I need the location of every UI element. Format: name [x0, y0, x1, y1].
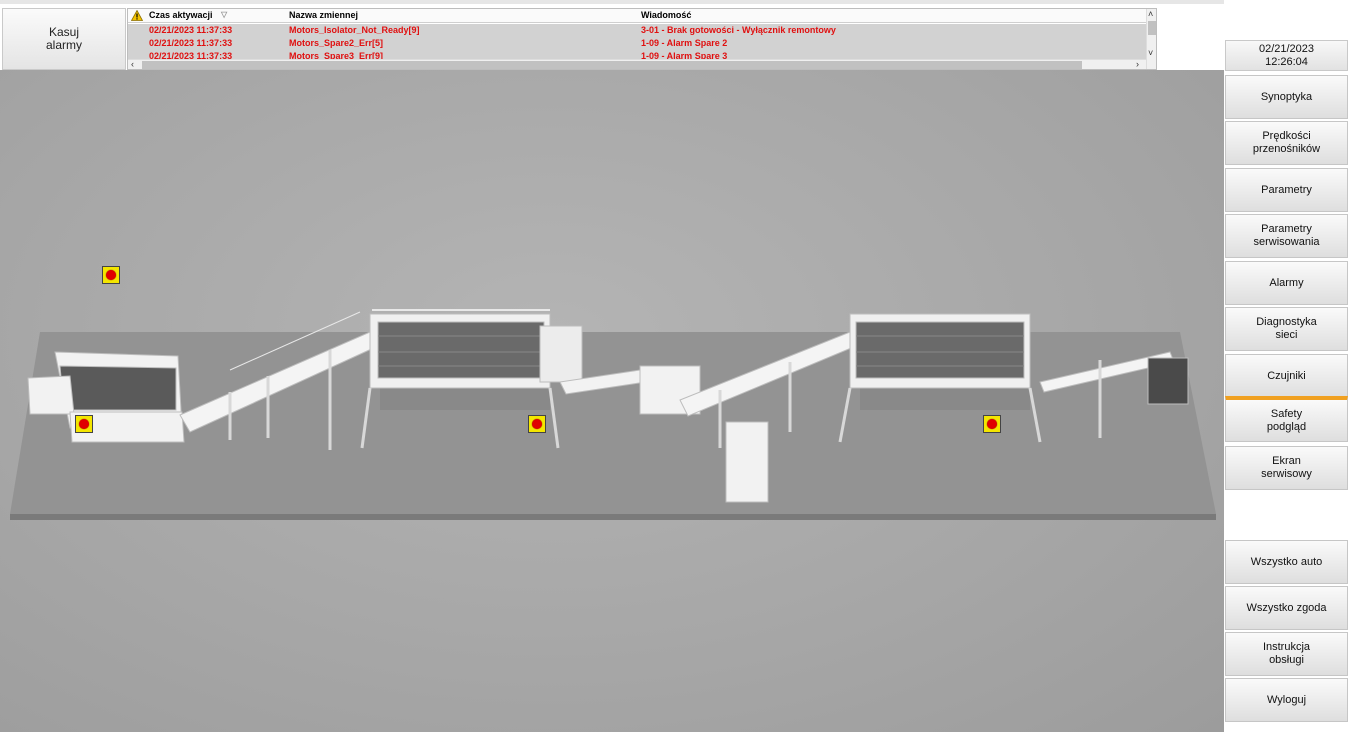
column-header-message[interactable]: Wiadomość [641, 10, 691, 20]
nav-conveyor-speeds-button[interactable]: Prędkości przenośników [1225, 121, 1348, 165]
alarm-time: 02/21/2023 11:37:33 [149, 25, 233, 35]
table-row[interactable]: 02/21/2023 11:37:33 Motors_Spare2_Err[5]… [128, 37, 1146, 49]
alarm-rows[interactable]: 02/21/2023 11:37:33 Motors_Isolator_Not_… [128, 24, 1146, 59]
logout-button[interactable]: Wyloguj [1225, 678, 1348, 722]
nav-synoptyka-button[interactable]: Synoptyka [1225, 75, 1348, 119]
nav-sensors-button[interactable]: Czujniki [1225, 354, 1348, 398]
clear-alarms-button[interactable]: Kasuj alarmy [2, 8, 126, 70]
alarm-message: 1-09 - Alarm Spare 3 [641, 51, 728, 59]
all-auto-button[interactable]: Wszystko auto [1225, 540, 1348, 584]
synoptic-view [0, 70, 1224, 732]
vertical-scroll-thumb[interactable] [1148, 21, 1156, 35]
alarm-time: 02/21/2023 11:37:33 [149, 38, 233, 48]
horizontal-scrollbar[interactable]: ‹ › [128, 59, 1146, 69]
scroll-down-icon[interactable]: ˅ [1148, 49, 1153, 58]
date-text: 02/21/2023 [1258, 43, 1315, 55]
nav-parameters-button[interactable]: Parametry [1225, 168, 1348, 212]
table-row[interactable]: 02/21/2023 11:37:33 Motors_Isolator_Not_… [128, 24, 1146, 36]
user-manual-button[interactable]: Instrukcja obsługi [1225, 632, 1348, 676]
vertical-scrollbar[interactable]: ˄ ˅ [1146, 9, 1156, 69]
status-indicator-3[interactable] [528, 415, 546, 433]
nav-network-diagnostics-button[interactable]: Diagnostyka sieci [1225, 307, 1348, 351]
status-indicator-2[interactable] [75, 415, 93, 433]
scroll-left-icon[interactable]: ‹ [131, 60, 134, 69]
alarm-variable: Motors_Spare2_Err[5] [289, 38, 384, 48]
nav-safety-view-button[interactable]: Safety podgląd [1225, 396, 1348, 442]
alarm-message: 1-09 - Alarm Spare 2 [641, 38, 728, 48]
floor-slab-edge [10, 514, 1216, 520]
status-indicator-1[interactable] [102, 266, 120, 284]
datetime-display: 02/21/2023 12:26:04 [1225, 40, 1348, 71]
alarm-time: 02/21/2023 11:37:33 [149, 51, 233, 59]
nav-service-screen-button[interactable]: Ekran serwisowy [1225, 446, 1348, 490]
all-consent-button[interactable]: Wszystko zgoda [1225, 586, 1348, 630]
alarm-variable: Motors_Isolator_Not_Ready[9] [289, 25, 420, 35]
alarm-table-header: Czas aktywacji ▽ Nazwa zmiennej Wiadomoś… [128, 9, 1146, 23]
table-row[interactable]: 02/21/2023 11:37:33 Motors_Spare3_Err[9]… [128, 50, 1146, 59]
sort-icon[interactable]: ▽ [221, 10, 227, 19]
column-header-time[interactable]: Czas aktywacji [149, 10, 213, 20]
alarm-table[interactable]: Czas aktywacji ▽ Nazwa zmiennej Wiadomoś… [127, 8, 1157, 70]
nav-alarms-button[interactable]: Alarmy [1225, 261, 1348, 305]
horizontal-scroll-thumb[interactable] [142, 61, 1082, 69]
alarm-variable: Motors_Spare3_Err[9] [289, 51, 384, 59]
alarm-message: 3-01 - Brak gotowości - Wyłącznik remont… [641, 25, 836, 35]
status-indicator-4[interactable] [983, 415, 1001, 433]
column-header-variable[interactable]: Nazwa zmiennej [289, 10, 358, 20]
nav-service-parameters-button[interactable]: Parametry serwisowania [1225, 214, 1348, 258]
warning-icon [131, 10, 143, 21]
plant-diagram [10, 309, 1216, 520]
scroll-right-icon[interactable]: › [1136, 60, 1139, 69]
scroll-up-icon[interactable]: ˄ [1148, 10, 1153, 19]
time-text: 12:26:04 [1265, 56, 1308, 68]
